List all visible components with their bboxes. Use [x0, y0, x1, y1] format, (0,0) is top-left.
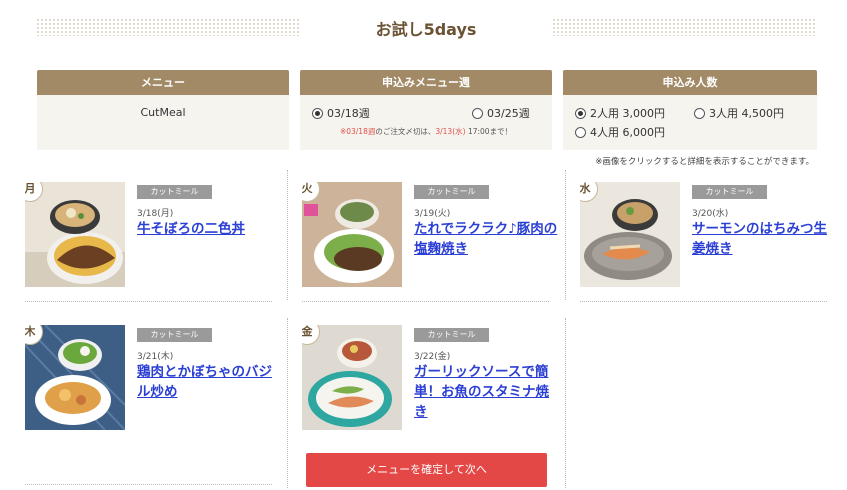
grid-divider [565, 318, 566, 488]
meal-date: 3/21(木) [137, 352, 174, 362]
deadline-week: 03/18週 [346, 127, 376, 136]
meal-card-fri: 金 カットミール 3/22(金) ガーリックソースで簡単！お魚のスタミナ焼き [302, 325, 562, 435]
meal-card-tue: 火 カットミール 3/19(火) たれでラクラク♪豚肉の塩麹焼き [302, 182, 562, 292]
grid-divider [565, 170, 566, 300]
meal-photo-chicken-pumpkin-basil[interactable]: 木 [25, 325, 125, 430]
deadline-text: のご注文〆切は、 [375, 127, 436, 136]
week-radio-label: 03/25週 [487, 107, 530, 120]
grid-divider [25, 484, 272, 485]
meal-date: 3/22(金) [414, 352, 451, 362]
meal-name-link[interactable]: ガーリックソースで簡単！お魚のスタミナ焼き [414, 362, 559, 422]
menu-header: メニュー [37, 70, 289, 95]
week-radio-label: 03/18週 [327, 107, 370, 120]
menu-value: CutMeal [140, 106, 186, 119]
meal-name-link[interactable]: たれでラクラク♪豚肉の塩麹焼き [414, 219, 559, 259]
meal-date: 3/19(火) [414, 209, 451, 219]
grid-divider [287, 170, 288, 300]
people-radio-3[interactable]: 3人用 4,500円 [694, 105, 784, 121]
grid-divider [25, 301, 272, 302]
cutmeal-tag: カットミール [414, 328, 489, 342]
meal-photo-beef-soboro-bowl[interactable]: 月 [25, 182, 125, 287]
meal-photo-garlic-fish[interactable]: 金 [302, 325, 402, 430]
radio-icon[interactable] [575, 126, 586, 138]
deadline-date: 3/13(水) [435, 127, 466, 136]
decorative-dots-right [552, 18, 816, 36]
click-image-note: ※画像をクリックすると詳細を表示することができます。 [595, 157, 814, 167]
people-option-panel: 申込み人数 2人用 3,000円 3人用 4,500円 4人用 6,000円 [563, 70, 817, 150]
grid-divider [302, 301, 549, 302]
cutmeal-tag: カットミール [414, 185, 489, 199]
meal-card-mon: 月 カットミール 3/18(月) 牛そぼろの二色丼 [25, 182, 285, 292]
grid-divider [287, 318, 288, 488]
week-radio-0325[interactable]: 03/25週 [472, 105, 530, 121]
meal-photo-pork-shio-koji[interactable]: 火 [302, 182, 402, 287]
cutmeal-tag: カットミール [692, 185, 767, 199]
meal-name-link[interactable]: 牛そぼろの二色丼 [137, 219, 282, 239]
people-radio-label: 3人用 4,500円 [709, 107, 784, 120]
meal-date: 3/18(月) [137, 209, 174, 219]
grid-divider [580, 301, 827, 302]
week-radio-0318[interactable]: 03/18週 [312, 105, 370, 121]
cutmeal-tag: カットミール [137, 185, 212, 199]
radio-icon[interactable] [694, 107, 705, 119]
radio-selected-icon[interactable] [575, 107, 586, 119]
deadline-time: 17:00まで！ [465, 127, 513, 136]
cutmeal-tag: カットミール [137, 328, 212, 342]
radio-selected-icon[interactable] [312, 107, 323, 119]
people-radio-4[interactable]: 4人用 6,000円 [575, 124, 665, 140]
meal-photo-salmon-ginger[interactable]: 水 [580, 182, 680, 287]
meal-name-link[interactable]: 鶏肉とかぼちゃのバジル炒め [137, 362, 282, 402]
meal-card-thu: 木 カットミール 3/21(木) 鶏肉とかぼちゃのバジル炒め [25, 325, 285, 435]
meal-card-wed: 水 カットミール 3/20(水) サーモンのはちみつ生姜焼き [580, 182, 840, 292]
section-title-row: お試し5days [36, 14, 816, 40]
order-deadline-note: ※03/18週のご注文〆切は、3/13(水) 17:00まで！ [300, 126, 552, 137]
meal-name-link[interactable]: サーモンのはちみつ生姜焼き [692, 219, 837, 259]
week-header: 申込みメニュー週 [300, 70, 552, 95]
people-radio-label: 4人用 6,000円 [590, 126, 665, 139]
radio-icon[interactable] [472, 107, 483, 119]
confirm-menu-next-button[interactable]: メニューを確定して次へ [306, 453, 547, 487]
people-header: 申込み人数 [563, 70, 817, 95]
menu-option-panel: メニュー CutMeal [37, 70, 289, 150]
people-radio-label: 2人用 3,000円 [590, 107, 665, 120]
people-radio-2[interactable]: 2人用 3,000円 [575, 105, 665, 121]
meal-date: 3/20(水) [692, 209, 729, 219]
week-option-panel: 申込みメニュー週 03/18週 03/25週 ※03/18週のご注文〆切は、3/… [300, 70, 552, 150]
